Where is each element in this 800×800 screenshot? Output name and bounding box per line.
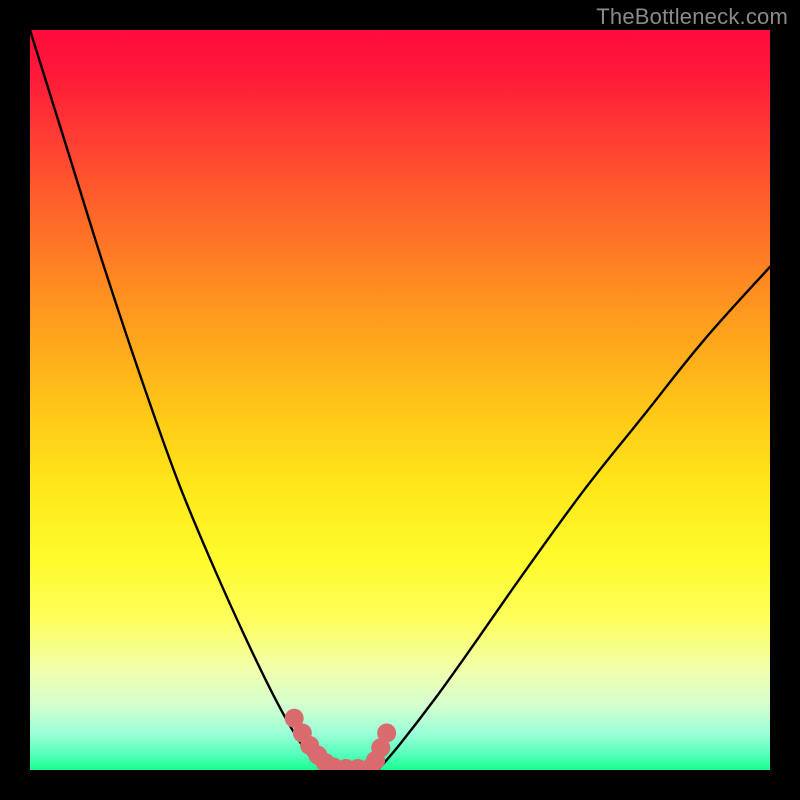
watermark-text: TheBottleneck.com xyxy=(596,4,788,30)
optimal-point-marker xyxy=(377,724,396,743)
chart-frame: TheBottleneck.com xyxy=(0,0,800,800)
curve-overlay xyxy=(30,30,770,770)
left-curve xyxy=(30,30,322,770)
right-curve xyxy=(378,267,770,770)
